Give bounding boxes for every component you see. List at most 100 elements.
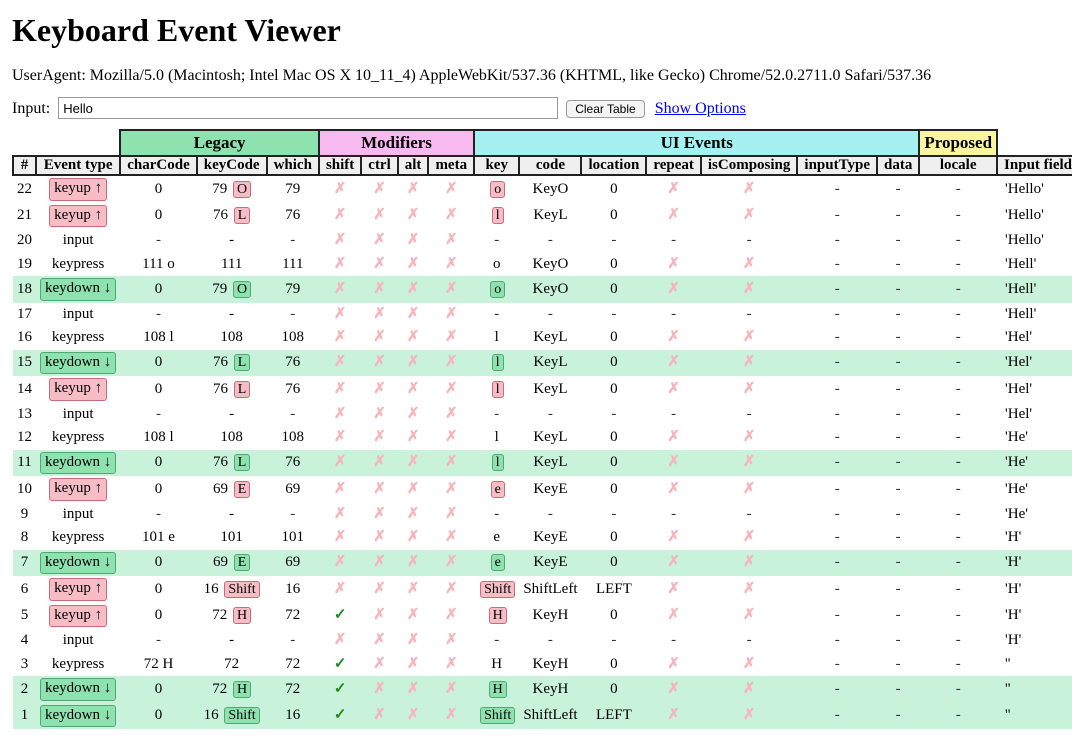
event-plain: keypress	[52, 529, 105, 545]
col-meta: meta	[428, 156, 474, 175]
cell-charcode: 0	[120, 175, 197, 203]
x-icon: ✗	[445, 607, 458, 623]
cell-repeat: ✗	[646, 676, 701, 703]
user-agent-prefix: UserAgent:	[12, 67, 90, 84]
x-icon: ✗	[667, 329, 680, 345]
key-input[interactable]	[58, 97, 558, 119]
x-icon: ✗	[334, 181, 347, 197]
clear-table-button[interactable]: Clear Table	[566, 100, 644, 118]
cell-data: -	[877, 326, 919, 350]
cell-code: KeyO	[519, 276, 581, 303]
cell-code: KeyL	[519, 326, 581, 350]
keycode-chip: Shift	[224, 581, 259, 598]
show-options-link[interactable]: Show Options	[655, 100, 746, 117]
table-row: 18keydown ↓079 O79✗✗✗✗oKeyO0✗✗---'Hell'	[13, 276, 1072, 303]
cell-keycode: -	[197, 503, 267, 527]
cell-iscomposing: ✗	[701, 326, 798, 350]
arrow-down-icon: ↓	[104, 454, 112, 470]
cell-locale: -	[919, 450, 997, 477]
cell-inputfield: 'He'	[997, 503, 1072, 527]
cell-location: 0	[581, 276, 646, 303]
x-icon: ✗	[445, 329, 458, 345]
cell-alt: ✗	[398, 576, 429, 603]
x-icon: ✗	[667, 454, 680, 470]
cell-charcode: 0	[120, 676, 197, 703]
cell-keycode: -	[197, 629, 267, 653]
cell-event: keyup ↑	[36, 576, 120, 603]
cell-charcode: 108 l	[120, 426, 197, 450]
cell-location: 0	[581, 175, 646, 203]
key-chip: l	[492, 354, 504, 371]
x-icon: ✗	[373, 406, 386, 422]
cell-inputtype: -	[797, 203, 877, 230]
cell-ctrl: ✗	[361, 426, 397, 450]
event-keydown-pill: keydown ↓	[40, 452, 116, 475]
cell-inputtype: -	[797, 526, 877, 550]
table-row: 2keydown ↓072 H72✓✗✗✗HKeyH0✗✗---''	[13, 676, 1072, 703]
col-group-ui: UI Events	[474, 130, 919, 156]
event-plain: input	[63, 632, 94, 648]
x-icon: ✗	[407, 181, 420, 197]
cell-locale: -	[919, 703, 997, 730]
cell-locale: -	[919, 676, 997, 703]
cell-key: H	[474, 653, 519, 677]
table-row: 12keypress108 l108108✗✗✗✗lKeyL0✗✗---'He'	[13, 426, 1072, 450]
cell-data: -	[877, 603, 919, 630]
cell-inputtype: -	[797, 403, 877, 427]
key-chip: Shift	[480, 707, 515, 724]
col-code: code	[519, 156, 581, 175]
cell-alt: ✗	[398, 653, 429, 677]
cell-inputfield: 'H'	[997, 576, 1072, 603]
cell-charcode: 101 e	[120, 526, 197, 550]
cell-data: -	[877, 350, 919, 377]
cell-event: keypress	[36, 653, 120, 677]
check-icon: ✓	[334, 607, 347, 623]
cell-inputfield: 'H'	[997, 526, 1072, 550]
table-row: 16keypress108 l108108✗✗✗✗lKeyL0✗✗---'Hel…	[13, 326, 1072, 350]
x-icon: ✗	[445, 529, 458, 545]
cell-data: -	[877, 503, 919, 527]
x-icon: ✗	[667, 207, 680, 223]
cell-data: -	[877, 376, 919, 403]
cell-event: keypress	[36, 253, 120, 277]
cell-locale: -	[919, 203, 997, 230]
cell-data: -	[877, 175, 919, 203]
cell-charcode: -	[120, 629, 197, 653]
key-chip: o	[490, 281, 505, 298]
cell-which: -	[267, 229, 319, 253]
arrow-up-icon: ↑	[95, 480, 103, 496]
cell-shift: ✗	[319, 476, 361, 503]
cell-keycode: 69 E	[197, 550, 267, 577]
cell-shift: ✗	[319, 576, 361, 603]
cell-event: keydown ↓	[36, 676, 120, 703]
cell-key: -	[474, 229, 519, 253]
cell-location: 0	[581, 603, 646, 630]
event-plain: input	[63, 406, 94, 422]
x-icon: ✗	[667, 256, 680, 272]
cell-num: 12	[13, 426, 36, 450]
x-icon: ✗	[667, 181, 680, 197]
cell-locale: -	[919, 350, 997, 377]
cell-meta: ✗	[428, 703, 474, 730]
x-icon: ✗	[743, 207, 756, 223]
col-locale: locale	[919, 156, 997, 175]
event-plain: keypress	[52, 256, 105, 272]
cell-iscomposing: ✗	[701, 450, 798, 477]
cell-charcode: 0	[120, 576, 197, 603]
cell-key: H	[474, 676, 519, 703]
x-icon: ✗	[407, 256, 420, 272]
cell-code: KeyL	[519, 350, 581, 377]
x-icon: ✗	[334, 306, 347, 322]
key-chip: e	[491, 481, 505, 498]
cell-inputfield: ''	[997, 676, 1072, 703]
cell-event: keypress	[36, 426, 120, 450]
cell-locale: -	[919, 229, 997, 253]
cell-meta: ✗	[428, 203, 474, 230]
cell-repeat: ✗	[646, 175, 701, 203]
cell-num: 19	[13, 253, 36, 277]
event-keyup-pill: keyup ↑	[49, 378, 107, 401]
x-icon: ✗	[334, 429, 347, 445]
keycode-chip: O	[233, 281, 251, 298]
x-icon: ✗	[334, 381, 347, 397]
cell-location: 0	[581, 476, 646, 503]
